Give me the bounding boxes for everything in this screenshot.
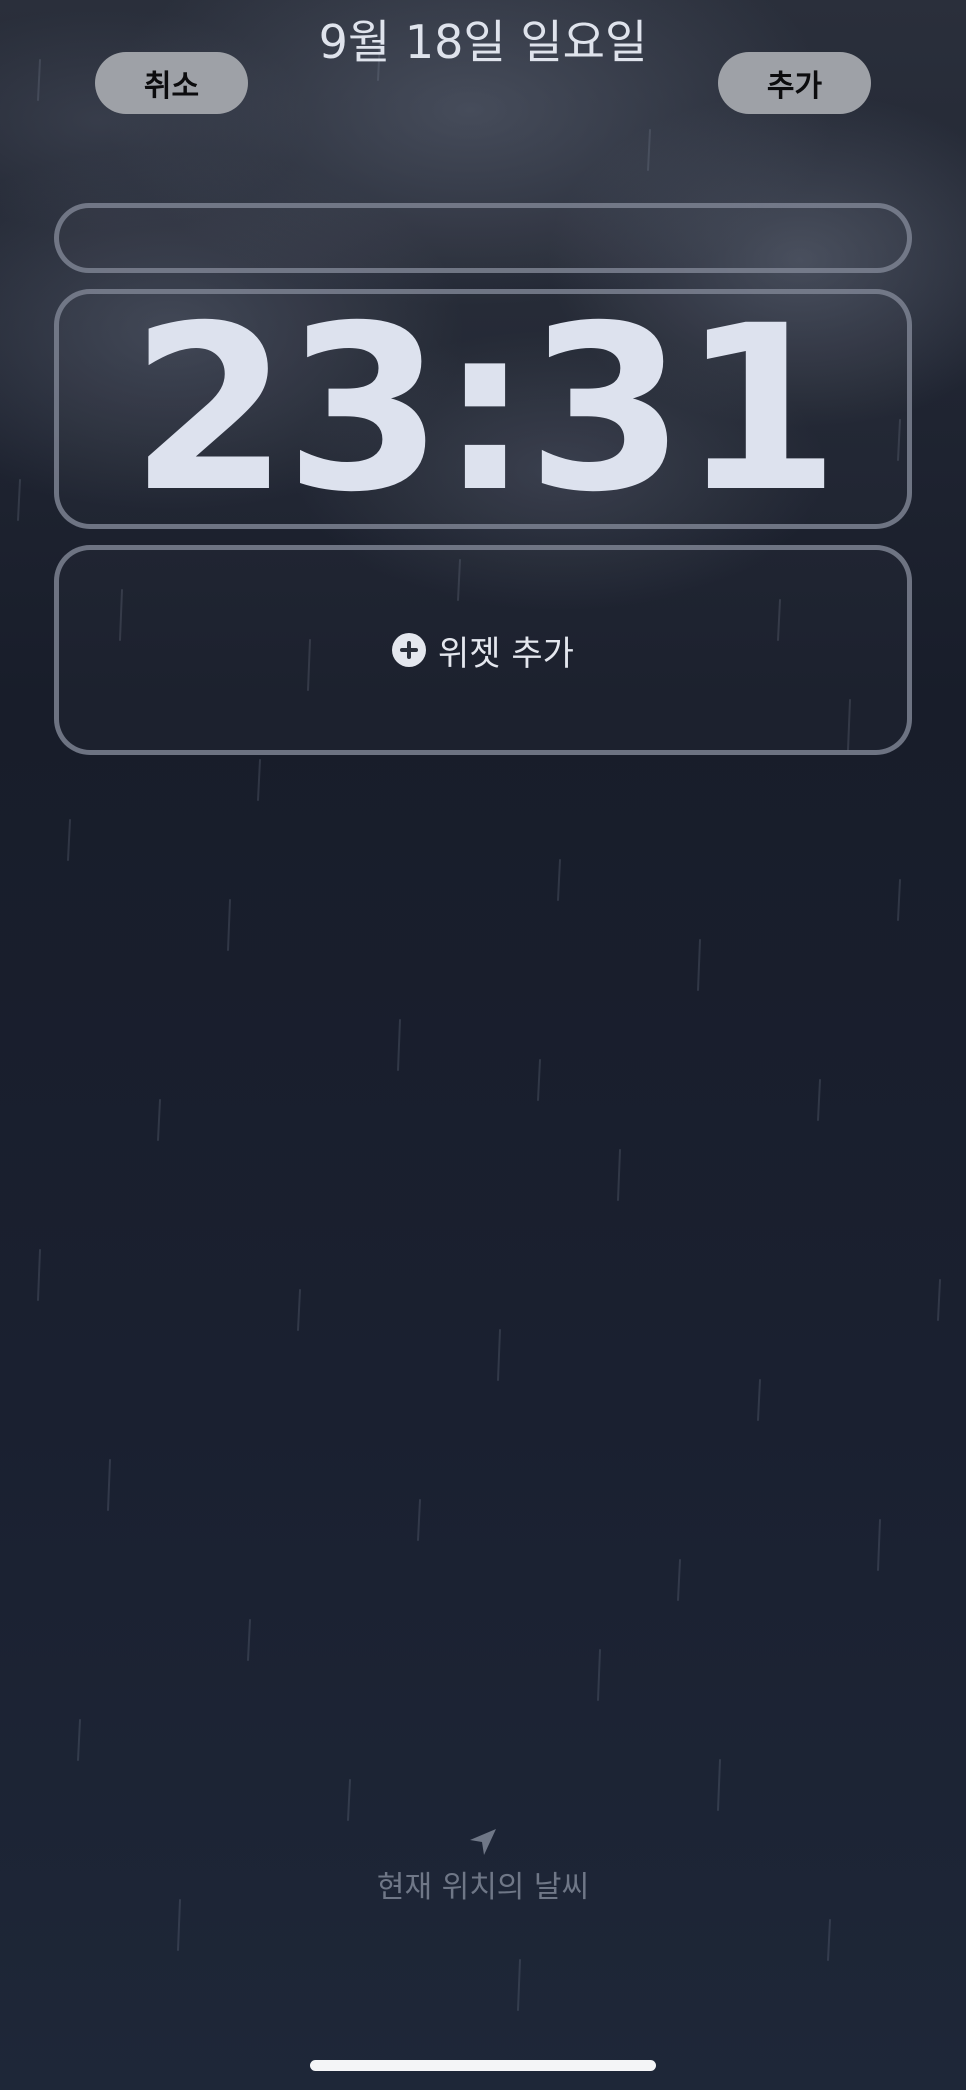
- lock-screen-wallpaper: 취소 추가 9월 18일 일요일 23:31 위젯 추가 현재 위치의 날씨: [0, 0, 966, 2090]
- location-arrow-icon: [470, 1829, 496, 1855]
- add-widget-button[interactable]: 위젯 추가: [0, 625, 966, 675]
- plus-circle-icon: [392, 633, 427, 667]
- home-indicator[interactable]: [310, 2060, 656, 2071]
- clock-time: 23:31: [130, 276, 840, 542]
- date-widget-frame[interactable]: [54, 203, 912, 273]
- weather-location-label: 현재 위치의 날씨: [376, 1870, 590, 1905]
- add-widget-label: 위젯 추가: [438, 633, 574, 674]
- date-label: 9월 18일 일요일: [318, 15, 648, 69]
